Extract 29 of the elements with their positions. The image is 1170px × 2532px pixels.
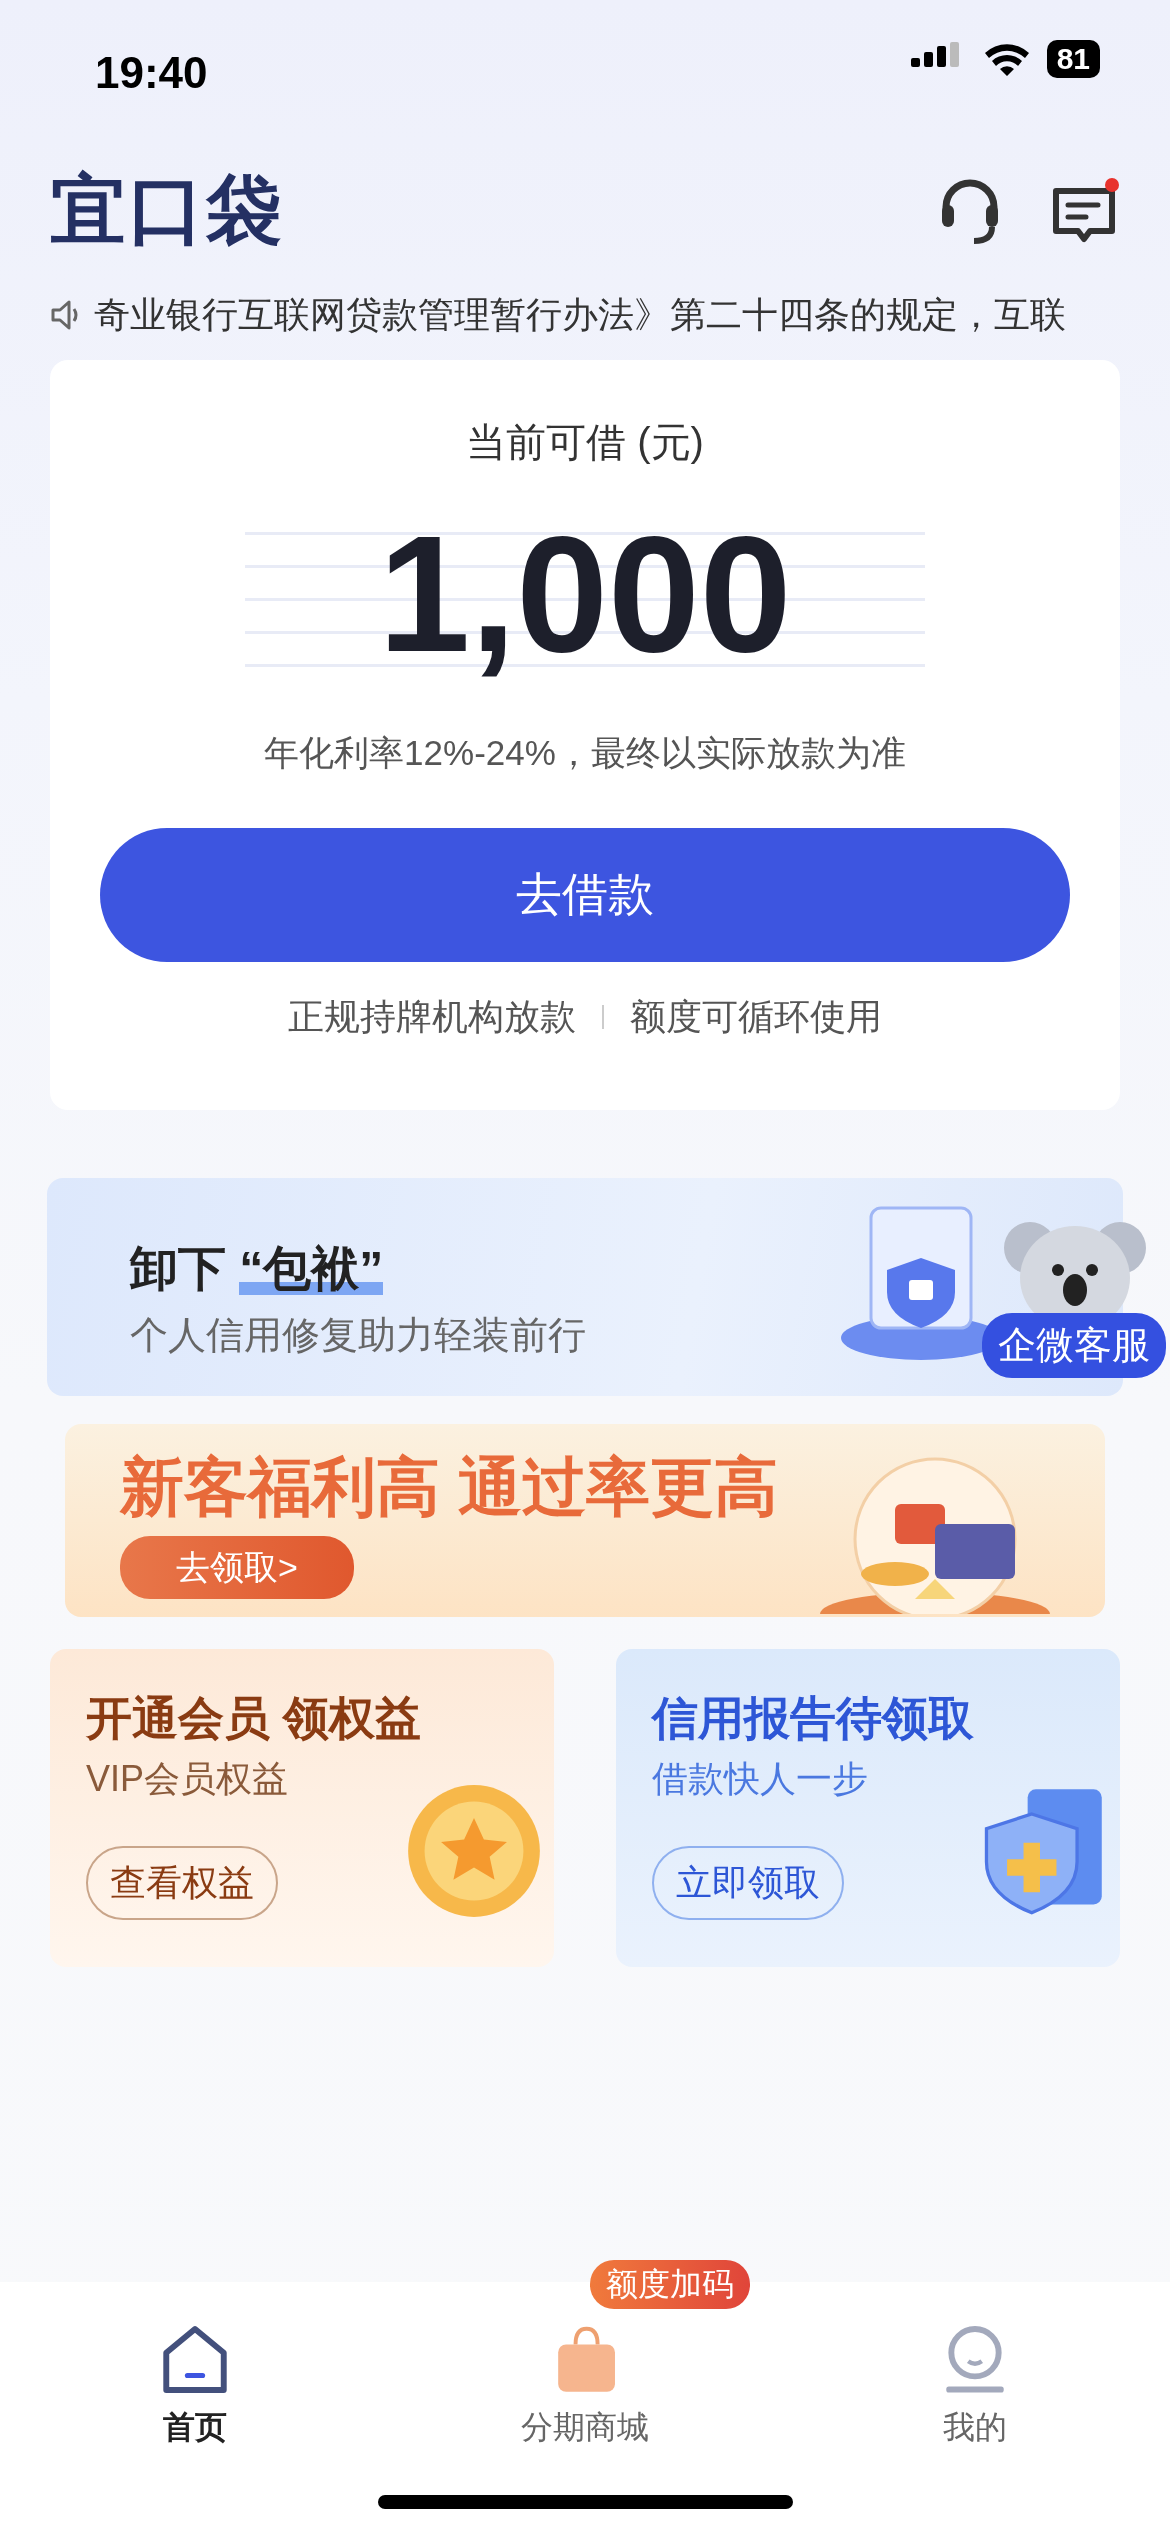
feature-text: 正规持牌机构放款	[288, 994, 576, 1039]
message-icon[interactable]	[1050, 177, 1120, 243]
status-time: 19:40	[95, 47, 208, 99]
vip-card[interactable]: 开通会员 领权益 VIP会员权益 查看权益	[50, 1649, 554, 1967]
customer-service-button[interactable]: 企微客服	[982, 1313, 1166, 1378]
card-subtitle: VIP会员权益	[86, 1757, 290, 1802]
promo-banner[interactable]: 新客福利高 通过率更高 去领取>	[65, 1424, 1105, 1617]
promo-badge: 额度加码	[590, 2260, 750, 2309]
rate-note: 年化利率12%-24%，最终以实际放款为准	[263, 732, 907, 774]
view-benefits-button[interactable]: 查看权益	[86, 1846, 278, 1921]
notice-text: 奇业银行互联网贷款管理暂行办法》第二十四条的规定，互联	[94, 293, 1066, 337]
credit-report-card[interactable]: 信用报告待领取 借款快人一步 立即领取	[616, 1649, 1120, 1967]
claim-button[interactable]: 去领取>	[120, 1535, 354, 1599]
battery-indicator: 81	[1046, 40, 1100, 78]
card-title: 信用报告待领取	[652, 1691, 974, 1746]
loan-amount: 1,000	[378, 502, 792, 686]
feature-text: 额度可循环使用	[630, 994, 882, 1039]
claim-report-button[interactable]: 立即领取	[652, 1846, 844, 1921]
banner-subtitle: 个人信用修复助力轻装前行	[130, 1313, 586, 1358]
card-title: 开通会员 领权益	[86, 1691, 421, 1746]
wifi-icon	[982, 41, 1031, 77]
me-tab[interactable]: 我的	[780, 2282, 1170, 2452]
speaker-icon	[50, 299, 80, 331]
banner-title: 卸下 “包袱”	[130, 1241, 385, 1297]
loan-title: 当前可借 (元)	[465, 419, 705, 466]
card-subtitle: 借款快人一步	[652, 1757, 869, 1802]
promo-title: 新客福利高 通过率更高	[120, 1450, 778, 1525]
home-tab[interactable]: 首页	[0, 2282, 390, 2452]
borrow-button[interactable]: 去借款	[100, 827, 1070, 962]
